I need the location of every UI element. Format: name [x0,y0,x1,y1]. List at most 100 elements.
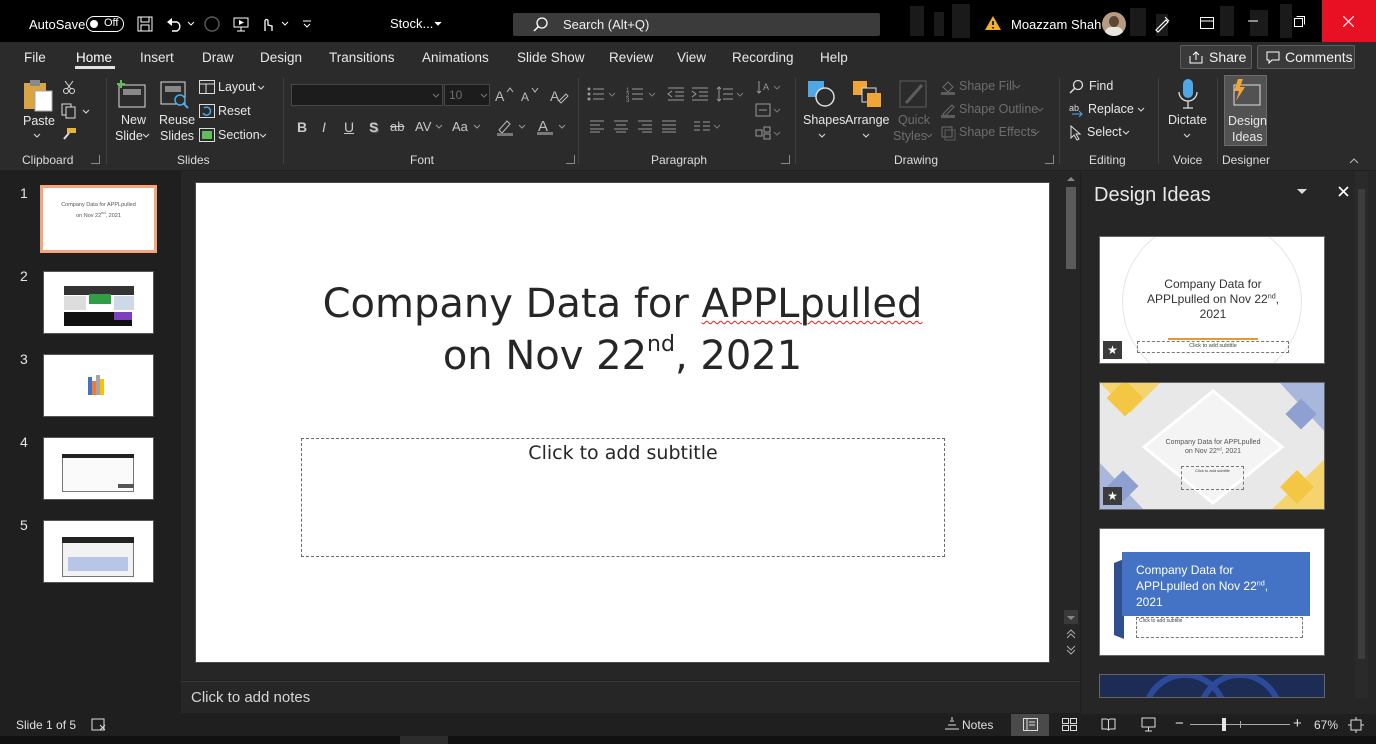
design-idea-card-1[interactable]: Company Data for APPLpulled on Nov 22nd,… [1099,236,1325,364]
columns-dropdown-icon[interactable] [713,124,721,130]
align-text-icon[interactable] [755,103,771,117]
tab-draw[interactable]: Draw [202,50,234,65]
shapes-label[interactable]: Shapes [803,113,845,127]
clipboard-launcher[interactable] [91,155,100,164]
font-size-combobox[interactable]: 10 [444,84,490,106]
tab-review[interactable]: Review [609,50,653,65]
format-painter-icon[interactable] [61,127,77,141]
select-icon[interactable] [1069,125,1083,141]
replace-icon[interactable]: ab [1069,102,1085,117]
change-case-button[interactable]: Aa [452,119,468,134]
tab-transitions[interactable]: Transitions [329,50,395,65]
smartart-icon[interactable] [755,126,771,140]
paste-icon[interactable] [22,78,54,112]
pane-scrollbar-thumb[interactable] [1358,189,1365,659]
copy-dropdown-icon[interactable] [82,109,90,115]
notes-pane[interactable]: Click to add notes [181,681,1080,713]
user-name[interactable]: Moazzam Shah [1011,17,1101,32]
vertical-scrollbar[interactable] [1062,171,1080,661]
character-spacing-button[interactable]: AV [415,119,431,134]
document-title[interactable]: Stock... [390,16,433,31]
save-icon[interactable] [137,16,153,32]
zoom-slider-thumb[interactable] [1222,718,1226,731]
new-slide-label-1[interactable]: New [121,113,146,127]
layout-dropdown-icon[interactable] [257,85,265,91]
text-direction-dropdown-icon[interactable] [773,85,781,91]
text-shadow-button[interactable]: S [369,119,378,135]
select-dropdown-icon[interactable] [1122,130,1130,136]
shapes-icon[interactable] [806,79,838,109]
slide-show-icon[interactable] [1141,717,1156,732]
shape-outline-icon[interactable] [940,102,956,118]
search-box[interactable]: Search (Alt+Q) [513,13,880,36]
reuse-slides-label-2[interactable]: Slides [160,129,194,143]
pane-options-icon[interactable] [1297,189,1307,195]
shape-fill-label[interactable]: Shape Fill [959,79,1015,93]
smartart-dropdown-icon[interactable] [773,131,781,137]
drawing-launcher[interactable] [1045,155,1054,164]
new-slide-icon[interactable] [115,79,147,109]
slide-thumbnail-1[interactable]: Company Data for APPLpulled on Nov 22nd,… [40,185,157,253]
quick-styles-label-2[interactable]: Styles [893,129,927,143]
copy-icon[interactable] [61,103,77,119]
section-icon[interactable] [199,128,215,142]
pen-icon[interactable] [1153,15,1171,33]
decrease-indent-icon[interactable] [667,86,685,102]
touch-mode-icon[interactable] [259,15,275,33]
shape-fill-dropdown-icon[interactable] [1013,84,1021,90]
design-idea-card-3[interactable]: Company Data for APPLpulled on Nov 22nd,… [1099,528,1325,656]
paste-dropdown-icon[interactable] [33,133,41,139]
restore-button[interactable] [1276,0,1322,42]
tab-help[interactable]: Help [820,50,848,65]
redo-icon[interactable] [203,15,221,33]
notes-toggle[interactable]: Notes [962,718,993,732]
font-color-icon[interactable]: A [536,117,554,136]
justify-icon[interactable] [661,119,677,133]
section-dropdown-icon[interactable] [259,133,267,139]
previous-slide-icon[interactable] [1066,629,1076,639]
clear-formatting-icon[interactable]: A [549,86,569,104]
reset-label[interactable]: Reset [218,104,251,118]
italic-button[interactable]: I [322,119,326,135]
replace-label[interactable]: Replace [1088,102,1134,116]
shape-effects-icon[interactable] [940,125,956,141]
slide-thumbnail-3[interactable] [43,354,154,417]
layout-icon[interactable] [199,80,215,94]
tab-slide-show[interactable]: Slide Show [517,50,585,65]
shape-effects-label[interactable]: Shape Effects [959,125,1037,139]
customize-qat-icon[interactable] [302,19,312,29]
font-launcher[interactable] [566,155,575,164]
comments-button[interactable]: Comments [1257,45,1355,69]
pane-scrollbar[interactable] [1355,171,1368,698]
replace-dropdown-icon[interactable] [1137,107,1145,113]
underline-button[interactable]: U [344,119,354,135]
find-icon[interactable] [1069,79,1084,94]
zoom-in-button[interactable]: + [1293,715,1302,732]
align-text-dropdown-icon[interactable] [773,108,781,114]
font-color-dropdown-icon[interactable] [558,124,566,130]
shape-outline-dropdown-icon[interactable] [1036,107,1044,113]
line-spacing-icon[interactable] [716,86,734,102]
present-from-start-icon[interactable] [233,16,249,32]
slide-thumbnail-2[interactable] [43,271,154,334]
new-slide-dropdown-icon[interactable] [142,133,150,139]
microphone-icon[interactable] [1177,78,1199,110]
quick-styles-dropdown-icon[interactable] [925,133,933,139]
text-direction-icon[interactable]: A [755,80,771,94]
scroll-down-button[interactable] [1064,610,1078,624]
slide-count[interactable]: Slide 1 of 5 [16,718,76,732]
shape-outline-label[interactable]: Shape Outline [959,102,1038,116]
cut-icon[interactable] [63,80,75,94]
bold-button[interactable]: B [297,119,307,135]
reuse-slides-label-1[interactable]: Reuse [159,113,195,127]
reading-view-icon[interactable] [1101,718,1116,731]
notes-icon[interactable] [944,717,960,731]
columns-icon[interactable] [693,119,711,133]
arrange-icon[interactable] [851,79,883,109]
tab-view[interactable]: View [677,50,706,65]
spacing-dropdown-icon[interactable] [435,124,443,130]
fit-to-window-icon[interactable] [1348,717,1364,733]
next-slide-icon[interactable] [1066,645,1076,655]
design-idea-card-2[interactable]: Company Data for APPLpulled on Nov 22nd,… [1099,382,1325,510]
zoom-out-button[interactable]: − [1175,715,1184,732]
